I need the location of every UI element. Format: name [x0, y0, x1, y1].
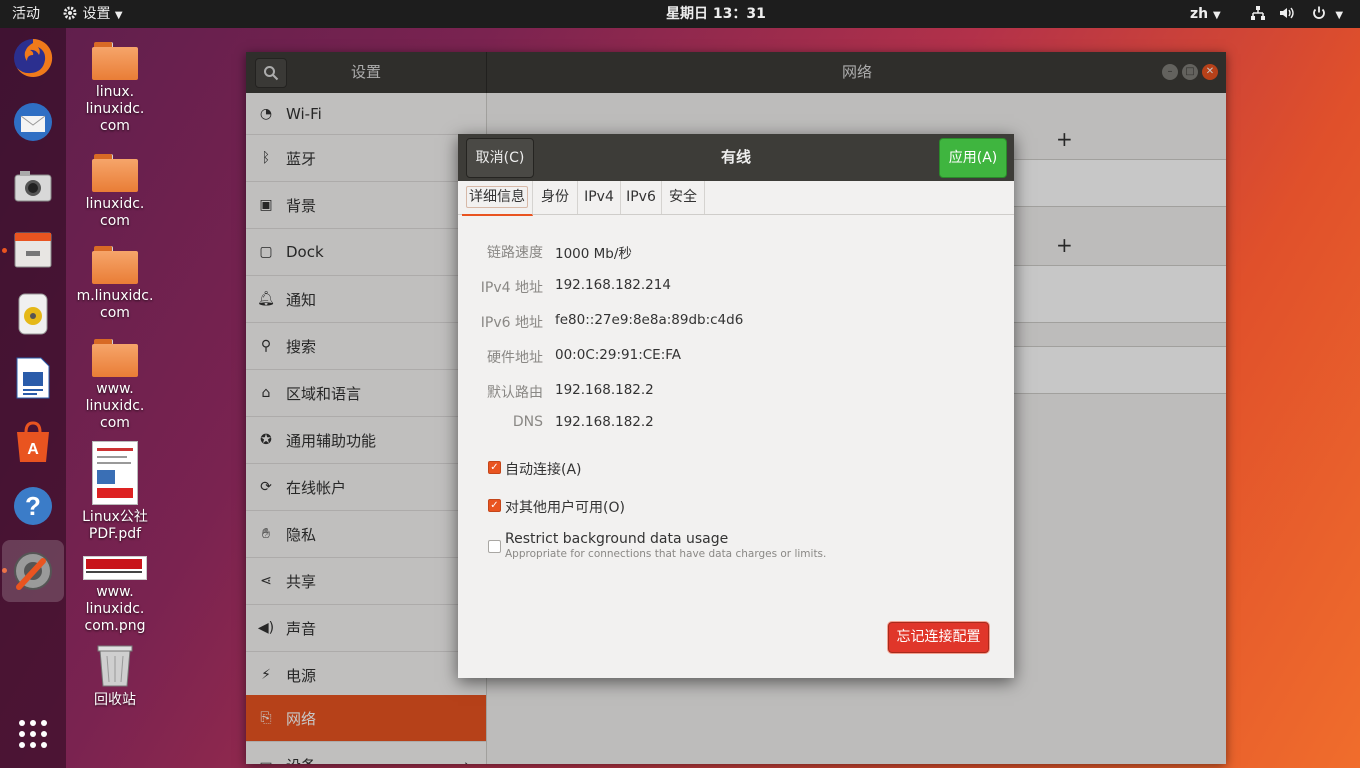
auto-connect-label[interactable]: 自动连接(A) — [505, 459, 582, 479]
wired-connection-dialog: 有线 取消(C) 应用(A) 详细信息 身份 IPv4 IPv6 安全 链路速度… — [458, 134, 1014, 678]
tab-ipv6[interactable]: IPv6 — [621, 181, 662, 214]
chevron-down-icon: ▼ — [1335, 10, 1344, 21]
tab-label: IPv6 — [626, 189, 656, 205]
app-menu-label: 设置 — [82, 6, 111, 22]
cancel-button[interactable]: 取消(C) — [466, 138, 534, 178]
tab-label: IPv4 — [584, 189, 614, 205]
tab-label: 详细信息 — [466, 186, 528, 208]
desktop-icon-label: linuxidc. — [85, 398, 145, 414]
svg-text:?: ? — [25, 491, 41, 521]
desktop-folder[interactable]: m.linuxidc. com — [70, 246, 160, 322]
dialog-tabs: 详细信息 身份 IPv4 IPv6 安全 — [458, 181, 1014, 216]
camera-icon[interactable] — [9, 162, 57, 210]
desktop-trash[interactable]: 回收站 — [70, 642, 160, 709]
dns-value: 192.168.182.2 — [555, 414, 654, 430]
desktop-icon-label: com — [100, 118, 130, 134]
hardware-address-label: 硬件地址 — [487, 350, 543, 366]
restrict-data-checkbox[interactable] — [488, 540, 501, 553]
tab-ipv4[interactable]: IPv4 — [578, 181, 621, 214]
writer-icon[interactable] — [9, 354, 57, 402]
dock: A ? — [0, 28, 66, 768]
dns-label: DNS — [512, 414, 543, 430]
desktop-icon-label: com — [100, 213, 130, 229]
desktop-icon-label: com — [100, 305, 130, 321]
linuxidc-logo-thumbnail — [83, 556, 147, 580]
files-icon[interactable] — [9, 226, 57, 274]
desktop-background: 活动 设置 ▼ 星期日 13：31 zh ▼ ▼ A ? linux. linu… — [0, 0, 1360, 768]
tab-label: 安全 — [669, 189, 697, 205]
default-route-value: 192.168.182.2 — [555, 382, 654, 398]
desktop-folder[interactable]: linuxidc. com — [70, 154, 160, 230]
input-method-menu[interactable]: zh ▼ — [1190, 0, 1221, 28]
dialog-title: 有线 — [720, 148, 751, 166]
link-speed-value: 1000 Mb/秒 — [555, 246, 632, 262]
ipv4-address-value: 192.168.182.214 — [555, 277, 671, 293]
ipv6-address-label: IPv6 地址 — [480, 315, 543, 331]
gear-icon — [63, 6, 77, 20]
desktop-icon-label: www. — [96, 381, 134, 397]
trash-icon — [97, 645, 133, 687]
all-users-label[interactable]: 对其他用户可用(O) — [505, 497, 625, 517]
svg-text:A: A — [27, 441, 39, 458]
system-menu[interactable]: ▼ — [1250, 0, 1343, 28]
top-panel: 活动 设置 ▼ 星期日 13：31 zh ▼ ▼ — [0, 0, 1360, 28]
tab-details[interactable]: 详细信息 — [462, 181, 533, 216]
settings-icon[interactable] — [2, 540, 64, 602]
language-label: zh — [1190, 6, 1209, 22]
software-icon[interactable]: A — [9, 418, 57, 466]
folder-icon — [92, 154, 138, 192]
volume-icon — [1280, 7, 1295, 19]
desktop-icon-label: linux. — [95, 84, 135, 100]
restrict-data-label[interactable]: Restrict background data usage — [505, 531, 728, 547]
tab-label: 身份 — [541, 189, 569, 205]
desktop-pdf-file[interactable]: Linux公社 PDF.pdf — [70, 441, 160, 543]
default-route-label: 默认路由 — [487, 385, 543, 401]
activities-button[interactable]: 活动 — [12, 0, 40, 28]
desktop-icon-label: linuxidc. — [85, 196, 145, 212]
desktop-folder[interactable]: www. linuxidc. com — [70, 339, 160, 432]
apply-button[interactable]: 应用(A) — [939, 138, 1007, 178]
ipv6-address-value: fe80::27e9:8e8a:89db:c4d6 — [555, 312, 744, 328]
hardware-address-value: 00:0C:29:91:CE:FA — [555, 347, 682, 363]
folder-icon — [92, 339, 138, 377]
app-menu[interactable]: 设置 ▼ — [62, 0, 123, 28]
all-users-checkbox[interactable]: ✓ — [488, 499, 501, 512]
desktop-icon-label: com — [100, 415, 130, 431]
restrict-data-hint: Appropriate for connections that have da… — [505, 548, 827, 560]
tab-identity[interactable]: 身份 — [533, 181, 578, 214]
network-wired-icon — [1251, 6, 1265, 20]
auto-connect-checkbox[interactable]: ✓ — [488, 461, 501, 474]
tab-security[interactable]: 安全 — [662, 181, 705, 214]
desktop-icon-label: Linux公社 — [82, 509, 148, 525]
pdf-thumbnail-icon — [92, 441, 138, 505]
rhythmbox-icon[interactable] — [9, 290, 57, 338]
folder-icon — [92, 246, 138, 284]
desktop-icon-label: 回收站 — [94, 692, 136, 708]
desktop-icon-label: linuxidc. — [85, 101, 145, 117]
desktop-icon-label: linuxidc. — [85, 601, 145, 617]
folder-icon — [92, 42, 138, 80]
link-speed-label: 链路速度 — [487, 245, 543, 261]
ipv4-address-label: IPv4 地址 — [480, 280, 543, 296]
running-indicator — [2, 248, 7, 253]
power-icon — [1313, 6, 1325, 19]
desktop-icon-label: www. — [96, 584, 134, 600]
firefox-icon[interactable] — [9, 34, 57, 82]
clock[interactable]: 星期日 13：31 — [666, 0, 766, 28]
show-apps-icon[interactable] — [9, 710, 57, 758]
help-icon[interactable]: ? — [9, 482, 57, 530]
dialog-header: 有线 取消(C) 应用(A) — [458, 134, 1014, 181]
desktop-icon-label: com.png — [84, 618, 146, 634]
chevron-down-icon: ▼ — [1213, 10, 1221, 21]
desktop-folder[interactable]: linux. linuxidc. com — [70, 42, 160, 135]
thunderbird-icon[interactable] — [9, 98, 57, 146]
chevron-down-icon: ▼ — [114, 10, 123, 21]
desktop-icon-label: PDF.pdf — [88, 526, 142, 542]
forget-connection-button[interactable]: 忘记连接配置 — [888, 622, 989, 653]
desktop-icon-label: m.linuxidc. — [76, 288, 154, 304]
desktop-png-file[interactable]: www. linuxidc. com.png — [70, 556, 160, 635]
